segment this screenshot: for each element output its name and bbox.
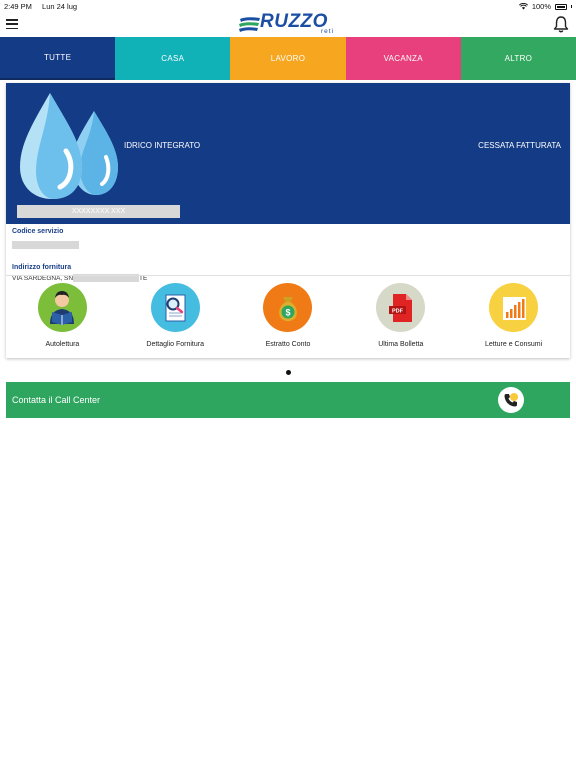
- service-card-header: IDRICO INTEGRATO CESSATA FATTURATA XXXXX…: [6, 83, 570, 224]
- service-actions: Autolettura Dettaglio Fornitura $ Estrat…: [6, 283, 570, 353]
- bar-chart-icon: [489, 283, 539, 332]
- logo-text: RUZZO: [260, 11, 328, 32]
- battery-icon: [555, 3, 567, 10]
- estratto-conto-button[interactable]: $ Estratto Conto: [232, 283, 345, 353]
- code-label: Codice servizio: [12, 228, 64, 235]
- tab-casa[interactable]: CASA: [115, 37, 231, 80]
- money-bag-icon: $: [263, 283, 313, 332]
- address-label: Indirizzo fornitura: [12, 264, 72, 271]
- service-status: CESSATA FATTURATA: [478, 141, 561, 150]
- action-label: Ultima Bolletta: [378, 341, 424, 348]
- svg-text:PDF: PDF: [392, 308, 404, 314]
- ruzzo-logo: RUZZO reti: [238, 11, 340, 37]
- pdf-icon: PDF: [376, 283, 426, 332]
- service-card[interactable]: IDRICO INTEGRATO CESSATA FATTURATA XXXXX…: [6, 83, 570, 358]
- menu-icon[interactable]: [6, 19, 18, 29]
- action-label: Autolettura: [45, 341, 80, 348]
- code-value-redacted: [12, 241, 79, 250]
- logo-waves-icon: [239, 17, 260, 32]
- battery-tip: [571, 5, 572, 8]
- dettaglio-fornitura-button[interactable]: Dettaglio Fornitura: [119, 283, 232, 353]
- category-tabs: TUTTE CASA LAVORO VACANZA ALTRO: [0, 37, 576, 80]
- app-header: RUZZO reti: [0, 11, 576, 37]
- action-label: Letture e Consumi: [484, 341, 543, 348]
- bell-icon[interactable]: [552, 15, 570, 33]
- svg-text:$: $: [285, 307, 290, 317]
- holder-name-redacted: XXXXXXXX XXX: [17, 205, 180, 218]
- status-left: 2:49 PM Lun 24 lug: [4, 2, 85, 11]
- battery-percent: 100%: [531, 2, 551, 11]
- autolettura-button[interactable]: Autolettura: [6, 283, 119, 353]
- tab-label: TUTTE: [43, 53, 72, 62]
- status-right: 100%: [518, 2, 572, 11]
- phone-icon[interactable]: [498, 387, 524, 413]
- page-indicator-dot[interactable]: [286, 370, 291, 375]
- call-center-button[interactable]: Contatta il Call Center: [6, 382, 570, 418]
- water-drops-icon: [20, 93, 118, 199]
- tab-lavoro[interactable]: LAVORO: [230, 37, 346, 80]
- tab-label: CASA: [161, 54, 185, 63]
- ultima-bolletta-button[interactable]: PDF Ultima Bolletta: [344, 283, 457, 353]
- logo-subtext: reti: [321, 28, 335, 35]
- tab-vacanza[interactable]: VACANZA: [345, 37, 461, 80]
- document-search-icon: [150, 283, 200, 332]
- action-label: Dettaglio Fornitura: [146, 341, 204, 348]
- letture-consumi-button[interactable]: Letture e Consumi: [457, 283, 570, 353]
- call-center-label: Contatta il Call Center: [12, 395, 101, 405]
- tab-label: VACANZA: [383, 54, 423, 63]
- reader-icon: [37, 283, 87, 332]
- tab-label: LAVORO: [270, 54, 306, 63]
- service-info: Codice servizio Indirizzo fornitura VIA …: [12, 228, 562, 282]
- tab-label: ALTRO: [504, 54, 533, 63]
- tab-altro[interactable]: ALTRO: [460, 37, 576, 80]
- action-label: Estratto Conto: [265, 341, 311, 348]
- card-divider: [6, 275, 570, 276]
- wifi-icon: [518, 3, 528, 10]
- status-time: 2:49 PM: [4, 2, 32, 11]
- status-date: Lun 24 lug: [42, 2, 78, 11]
- tab-tutte[interactable]: TUTTE: [0, 37, 116, 80]
- service-type: IDRICO INTEGRATO: [124, 141, 201, 150]
